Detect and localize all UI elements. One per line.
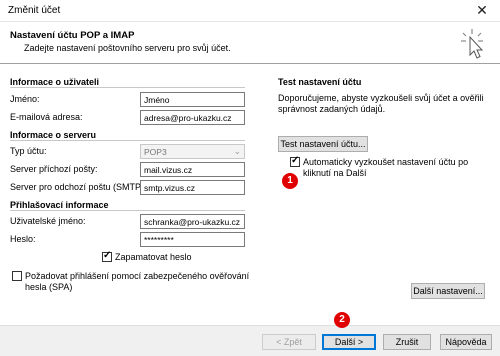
test-account-button[interactable]: Test nastavení účtu... bbox=[278, 136, 368, 152]
spa-label-line2: hesla (SPA) bbox=[25, 282, 73, 292]
test-description-line1: Doporučujeme, abyste vyzkoušeli svůj úče… bbox=[278, 93, 484, 103]
annotation-badge-1: 1 bbox=[282, 173, 298, 189]
spa-label-line1: Požadovat přihlášení pomocí zabezpečenéh… bbox=[25, 271, 250, 281]
cancel-button[interactable]: Zrušit bbox=[383, 334, 431, 350]
next-button[interactable]: Další > bbox=[322, 334, 376, 350]
close-icon[interactable]: ✕ bbox=[474, 2, 490, 19]
email-field[interactable]: adresa@pro-ukazku.cz bbox=[140, 110, 245, 125]
section-test-settings: Test nastavení účtu bbox=[278, 77, 362, 87]
window-title: Změnit účet bbox=[8, 5, 61, 16]
header-subtitle: Zadejte nastavení poštovního serveru pro… bbox=[24, 43, 231, 53]
username-field[interactable]: schranka@pro-ukazku.cz bbox=[140, 214, 245, 229]
spa-checkbox[interactable] bbox=[12, 271, 22, 281]
more-settings-button[interactable]: Další nastavení... bbox=[411, 283, 485, 299]
back-button[interactable]: < Zpět bbox=[262, 334, 316, 350]
outgoing-server-field[interactable]: smtp.vizus.cz bbox=[140, 180, 245, 195]
email-label: E-mailová adresa: bbox=[10, 112, 83, 122]
test-description-line2: správnost zadaných údajů. bbox=[278, 104, 386, 114]
section-user-info: Informace o uživateli bbox=[10, 77, 100, 87]
title-bar: Změnit účet ✕ bbox=[0, 0, 500, 22]
outgoing-server-label: Server pro odchozí poštu (SMTP): bbox=[10, 182, 147, 192]
remember-password-checkbox[interactable] bbox=[102, 250, 112, 262]
name-label: Jméno: bbox=[10, 94, 40, 104]
divider bbox=[10, 87, 245, 88]
auto-test-checkbox[interactable] bbox=[290, 155, 300, 167]
name-field[interactable]: Jméno bbox=[140, 92, 245, 107]
incoming-server-field[interactable]: mail.vizus.cz bbox=[140, 162, 245, 177]
settings-form: Informace o uživateli Jméno: Jméno E-mai… bbox=[0, 65, 500, 325]
dialog-footer: < Zpět Další > Zrušit Nápověda bbox=[0, 325, 500, 356]
section-login-info: Přihlašovací informace bbox=[10, 200, 109, 210]
account-type-select: POP3 ⌄ bbox=[140, 144, 245, 159]
divider bbox=[10, 210, 245, 211]
cursor-click-icon bbox=[461, 29, 484, 59]
help-button[interactable]: Nápověda bbox=[440, 334, 492, 350]
auto-test-label-line2: kliknutí na Další bbox=[303, 168, 367, 178]
account-type-value: POP3 bbox=[144, 147, 167, 157]
username-label: Uživatelské jméno: bbox=[10, 216, 86, 226]
dialog-header: Nastavení účtu POP a IMAP Zadejte nastav… bbox=[0, 22, 500, 64]
section-server-info: Informace o serveru bbox=[10, 130, 97, 140]
chevron-down-icon: ⌄ bbox=[233, 146, 241, 156]
password-field[interactable]: ********* bbox=[140, 232, 245, 247]
remember-password-label: Zapamatovat heslo bbox=[115, 252, 192, 262]
auto-test-label-line1: Automaticky vyzkoušet nastavení účtu po bbox=[303, 157, 469, 167]
incoming-server-label: Server příchozí pošty: bbox=[10, 164, 98, 174]
annotation-badge-2: 2 bbox=[334, 312, 350, 328]
header-title: Nastavení účtu POP a IMAP bbox=[10, 30, 135, 41]
account-type-label: Typ účtu: bbox=[10, 146, 47, 156]
password-label: Heslo: bbox=[10, 234, 36, 244]
divider bbox=[10, 140, 245, 141]
